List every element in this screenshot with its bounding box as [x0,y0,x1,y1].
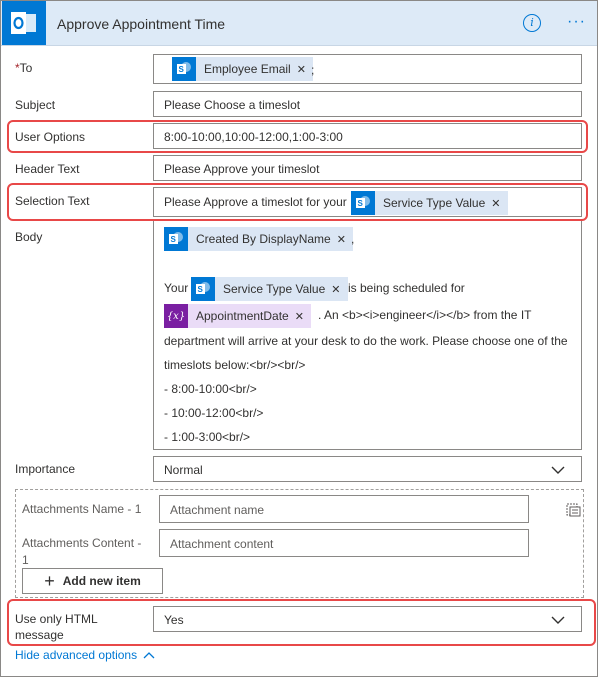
plus-icon: + [44,570,55,591]
appointment-date-token[interactable]: {x} AppointmentDate ✕ [164,304,311,328]
created-by-token[interactable]: S Created By DisplayName ✕ [164,227,353,251]
more-options-icon[interactable]: ··· [567,13,586,31]
delete-item-icon[interactable] [565,501,581,520]
highlight-selection-text [7,183,588,221]
body-label: Body [15,230,43,244]
sharepoint-icon: S [172,57,196,81]
chevron-up-icon [143,652,155,659]
info-icon[interactable]: i [523,14,541,32]
card-header[interactable]: Approve Appointment Time i ··· [1,1,597,46]
to-label: *To [15,61,33,75]
attachment-name-input[interactable]: Attachment name [159,495,529,523]
body-text-slot-2: - 10:00-12:00<br/> [164,406,264,420]
subject-label: Subject [15,98,56,112]
service-type-token[interactable]: S Service Type Value ✕ [191,277,348,301]
card-title: Approve Appointment Time [57,16,226,32]
body-text-slot-1: - 8:00-10:00<br/> [164,382,257,396]
header-text-field[interactable]: Please Approve your timeslot [153,155,582,181]
body-text-scheduled: is being scheduled for [348,281,465,295]
body-text-your: Your [164,281,189,295]
highlight-user-options [7,120,588,153]
body-text-slot-3: - 1:00-3:00<br/> [164,430,251,444]
outlook-logo-icon [2,1,46,45]
importance-dropdown[interactable]: Normal [153,456,582,482]
add-new-item-button[interactable]: + Add new item [22,568,163,594]
remove-token-icon[interactable]: ✕ [297,63,306,76]
attachments-content-label: Attachments Content - 1 [22,536,142,567]
header-text-label: Header Text [15,162,80,176]
subject-field[interactable]: Please Choose a timeslot [153,91,582,117]
svg-text:S: S [179,65,185,74]
body-text-department: department will arrive at your desk to d… [164,334,568,348]
sharepoint-icon: S [164,227,188,251]
body-field[interactable]: S Created By DisplayName ✕ , Your S Serv… [153,220,582,450]
svg-text:S: S [171,235,177,244]
highlight-html-message [7,599,596,646]
remove-token-icon[interactable]: ✕ [295,310,304,323]
chevron-down-icon [551,464,565,478]
to-separator: ; [311,63,315,77]
body-text-timeslots: timeslots below:<br/><br/> [164,358,306,372]
expression-icon: {x} [164,304,188,328]
importance-label: Importance [15,462,76,476]
body-comma: , [351,232,355,246]
remove-token-icon[interactable]: ✕ [337,233,346,246]
body-text-engineer: . An <b><i>engineer</i></b> from the IT [318,308,532,322]
employee-email-token[interactable]: S Employee Email ✕ [172,57,313,81]
hide-advanced-options-link[interactable]: Hide advanced options [15,648,155,662]
sharepoint-icon: S [191,277,215,301]
attachments-name-label: Attachments Name - 1 [22,502,142,516]
svg-text:S: S [198,285,204,294]
remove-token-icon[interactable]: ✕ [331,283,340,296]
to-field[interactable]: S Employee Email ✕ ; [153,54,582,84]
attachment-content-input[interactable]: Attachment content [159,529,529,557]
